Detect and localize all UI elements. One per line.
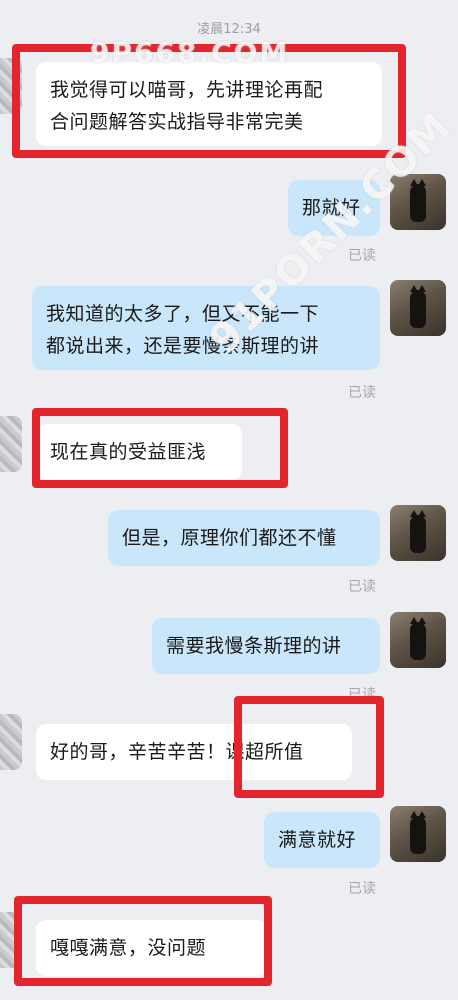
message-text: 现在真的受益匪浅 [50,441,207,463]
cat-avatar-icon [410,617,426,660]
message-text-line: 我觉得可以喵哥，先讲理论再配 [50,79,324,101]
read-receipt: 已读 [348,579,376,595]
cat-avatar-icon [410,285,426,328]
avatar-incoming[interactable] [0,58,22,114]
message-bubble-incoming[interactable]: 好的哥，辛苦辛苦！课超所值 [36,724,352,780]
message-bubble-outgoing[interactable]: 我知道的太多了，但又不能一下 都说出来，还是要慢条斯理的讲 [32,286,380,370]
message-bubble-outgoing[interactable]: 需要我慢条斯理的讲 [152,618,380,674]
message-bubble-incoming[interactable]: 现在真的受益匪浅 [36,424,242,480]
avatar-incoming[interactable] [0,912,22,968]
message-text-line: 都说出来，还是要慢条斯理的讲 [46,335,320,357]
message-text: 嘎嘎满意，没问题 [50,937,207,959]
read-receipt: 已读 [348,687,376,703]
message-bubble-outgoing[interactable]: 满意就好 [264,812,380,868]
message-bubble-incoming[interactable]: 嘎嘎满意，没问题 [36,920,268,976]
read-receipt: 已读 [348,881,376,897]
avatar-incoming[interactable] [0,416,22,472]
avatar-outgoing[interactable] [390,612,446,668]
read-receipt: 已读 [348,248,376,264]
avatar-outgoing[interactable] [390,280,446,336]
avatar-outgoing[interactable] [390,505,446,561]
message-text: 那就好 [302,197,361,219]
message-bubble-outgoing[interactable]: 那就好 [288,180,380,236]
message-text: 需要我慢条斯理的讲 [166,635,342,657]
avatar-outgoing[interactable] [390,806,446,862]
message-text-line: 我知道的太多了，但又不能一下 [46,303,320,325]
message-text-line: 合问题解答实战指导非常完美 [50,111,304,133]
cat-avatar-icon [410,811,426,854]
chat-timestamp: 凌晨12:34 [197,22,261,37]
avatar-outgoing[interactable] [390,174,446,230]
read-receipt: 已读 [348,385,376,401]
message-text: 好的哥，辛苦辛苦！课超所值 [50,741,304,763]
message-text: 满意就好 [278,829,357,851]
message-bubble-incoming[interactable]: 我觉得可以喵哥，先讲理论再配 合问题解答实战指导非常完美 [36,62,382,146]
cat-avatar-icon [410,510,426,553]
message-bubble-outgoing[interactable]: 但是，原理你们都还不懂 [108,510,380,566]
message-text: 但是，原理你们都还不懂 [122,527,337,549]
avatar-incoming[interactable] [0,714,22,770]
cat-avatar-icon [410,179,426,222]
